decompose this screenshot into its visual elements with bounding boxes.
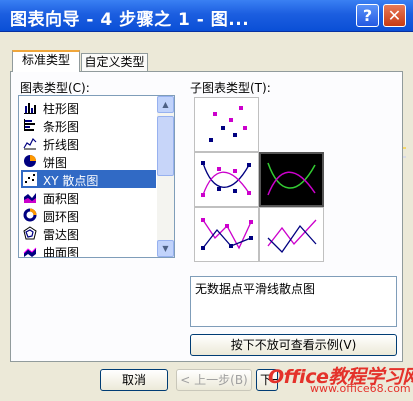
list-item-scatter[interactable]: XY 散点图 xyxy=(21,170,156,188)
scroll-thumb[interactable] xyxy=(157,116,174,176)
tab-custom-types[interactable]: 自定义类型 xyxy=(81,53,148,72)
list-item-doughnut[interactable]: 圆环图 xyxy=(21,206,156,224)
list-item-label: 面积图 xyxy=(43,192,80,206)
list-item-column[interactable]: 柱形图 xyxy=(21,98,156,116)
list-item-surface[interactable]: 曲面图 xyxy=(21,242,156,258)
smooth-line-no-markers-icon xyxy=(267,162,316,196)
list-item-label: XY 散点图 xyxy=(43,174,99,188)
list-item-area[interactable]: 面积图 xyxy=(21,188,156,206)
close-button[interactable]: ✕ xyxy=(383,4,406,27)
list-item-label: 柱形图 xyxy=(43,102,80,116)
chart-types-label: 图表类型(C): xyxy=(20,81,90,95)
list-item-label: 饼图 xyxy=(43,156,68,170)
chart-types-listbox[interactable]: 柱形图 条形图 折线图 饼图 XY 散点图 面积图 圆环图 雷达图 曲面图 ▲ … xyxy=(18,95,175,258)
list-item-line[interactable]: 折线图 xyxy=(21,134,156,152)
tab-standard-types[interactable]: 标准类型 xyxy=(12,50,80,72)
window-title: 图表向导 - 4 步骤之 1 - 图... xyxy=(10,10,250,30)
doughnut-chart-icon xyxy=(23,208,37,222)
title-bar[interactable]: 图表向导 - 4 步骤之 1 - 图... ? ✕ xyxy=(0,0,413,32)
area-chart-icon xyxy=(24,193,36,203)
list-item-label: 圆环图 xyxy=(43,210,80,224)
straight-line-markers-icon xyxy=(201,218,253,250)
cancel-button[interactable]: 取消 xyxy=(100,369,168,391)
list-item-label: 曲面图 xyxy=(43,246,80,258)
line-chart-icon xyxy=(23,137,37,150)
list-item-label: 条形图 xyxy=(43,120,80,134)
subtype-scatter-markers[interactable] xyxy=(194,97,259,152)
subtypes-label: 子图表类型(T): xyxy=(190,81,271,95)
scroll-down-button[interactable]: ▼ xyxy=(157,240,174,257)
subtype-straight-line-no-markers[interactable] xyxy=(259,207,324,262)
list-item-label: 折线图 xyxy=(43,138,80,152)
list-item-pie[interactable]: 饼图 xyxy=(21,152,156,170)
list-item-bar[interactable]: 条形图 xyxy=(21,116,156,134)
pie-chart-icon xyxy=(24,155,36,167)
scatter-chart-icon xyxy=(23,172,37,186)
bar-chart-icon xyxy=(24,119,35,131)
watermark-url: www.office68.com xyxy=(310,382,411,395)
straight-line-no-markers-icon xyxy=(267,219,317,254)
subtype-smooth-line-markers[interactable] xyxy=(194,152,259,207)
subtype-description: 无数据点平滑线散点图 xyxy=(190,276,397,327)
back-button[interactable]: < 上一步(B) xyxy=(176,369,252,391)
radar-chart-icon xyxy=(23,226,37,240)
smooth-line-markers-icon xyxy=(201,161,251,197)
scatter-markers-icon xyxy=(209,106,247,142)
list-scrollbar[interactable]: ▲ ▼ xyxy=(157,96,174,257)
help-button[interactable]: ? xyxy=(356,4,379,27)
scroll-up-button[interactable]: ▲ xyxy=(157,96,174,113)
subtype-straight-line-markers[interactable] xyxy=(194,207,259,262)
surface-chart-icon xyxy=(23,247,37,257)
subtype-smooth-line-no-markers[interactable] xyxy=(259,152,324,207)
list-item-radar[interactable]: 雷达图 xyxy=(21,224,156,242)
list-item-label: 雷达图 xyxy=(43,228,80,242)
preview-sample-button[interactable]: 按下不放可查看示例(V) xyxy=(190,334,397,356)
column-chart-icon xyxy=(24,103,36,114)
